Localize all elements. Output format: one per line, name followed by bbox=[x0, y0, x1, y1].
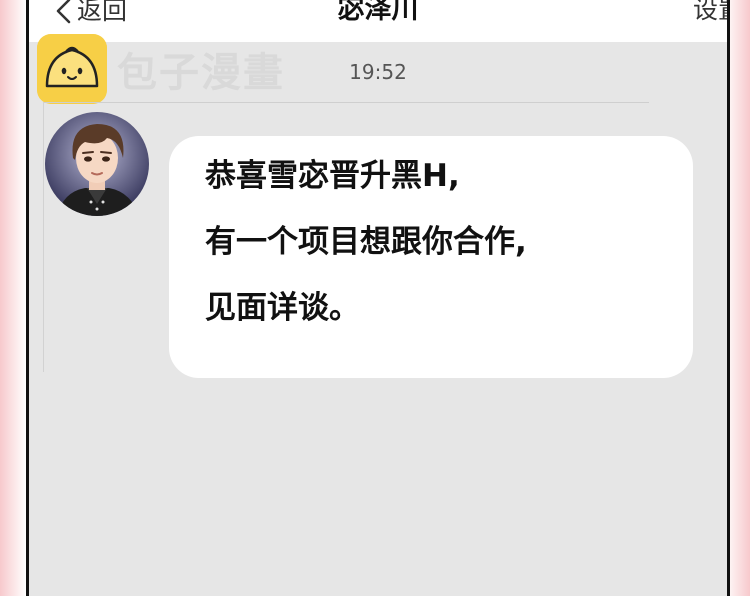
avatar[interactable] bbox=[45, 112, 149, 216]
message-timestamp: 19:52 bbox=[349, 60, 407, 84]
message-text: 有一个项目想跟你合作, bbox=[205, 224, 527, 260]
divider bbox=[43, 102, 649, 103]
avatar-portrait-icon bbox=[45, 112, 149, 216]
message-text: 恭喜雪宓晋升黑H, bbox=[205, 158, 460, 194]
settings-button[interactable]: 设置 bbox=[693, 0, 727, 26]
chat-title: 宓泽川 bbox=[337, 0, 419, 25]
phone-screen: 返回 宓泽川 设置 包子漫畫 19:52 bbox=[26, 0, 730, 596]
divider bbox=[43, 102, 44, 372]
message-text: 见面详谈。 bbox=[205, 290, 360, 326]
message-bubble[interactable]: 恭喜雪宓晋升黑H, 有一个项目想跟你合作, 见面详谈。 bbox=[169, 136, 693, 378]
